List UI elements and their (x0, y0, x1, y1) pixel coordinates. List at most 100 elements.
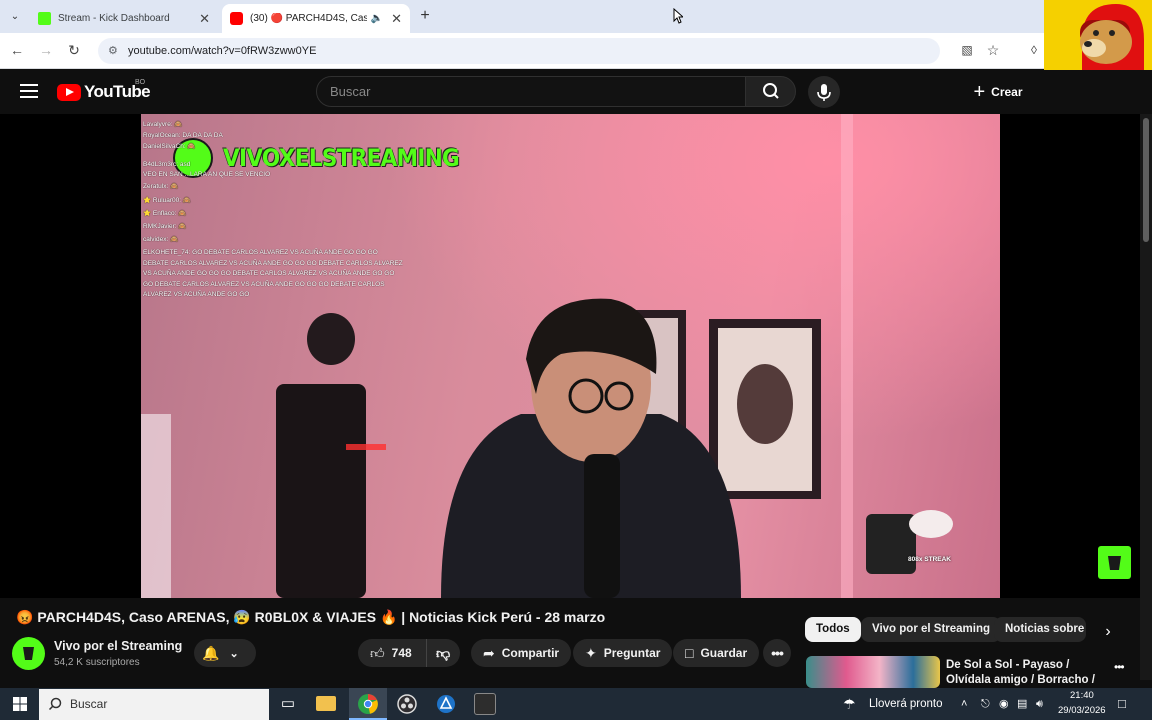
dislike-button[interactable]: 👎︎ (426, 639, 460, 667)
chat-line: VS ACUÑA ANDE GO GO GO DEBATE CARLOS ALV… (143, 270, 395, 277)
like-button[interactable]: 👍︎ 748 (358, 639, 426, 667)
tray-chevron-up-icon[interactable]: ˄ (961, 688, 967, 720)
channel-name[interactable]: Vivo por el Streaming (54, 639, 182, 653)
tab-kick-dashboard[interactable]: Stream - Kick Dashboard ✕ (30, 4, 218, 33)
volume-icon[interactable]: 🔊︎ (1036, 688, 1043, 720)
chat-line: ELKOHETE_74: GO DEBATE CARLOS ALVAREZ VS… (143, 249, 378, 256)
chat-line: Lavalyvre: 🙈 (143, 121, 183, 128)
tab-youtube-video[interactable]: (30) 🔴 PARCH4D4S, Caso 🔈 ✕ (222, 4, 410, 33)
bookmark-star-icon[interactable]: ☆ (982, 39, 1004, 61)
youtube-play-icon (57, 83, 81, 101)
plus-icon: + (973, 80, 986, 103)
back-button[interactable]: ← (6, 39, 28, 61)
search-button[interactable] (745, 76, 796, 107)
app-icon[interactable] (434, 692, 458, 716)
share-label: Compartir (501, 646, 560, 660)
mouse-cursor-icon (673, 8, 683, 24)
recommendation-more-icon[interactable]: ••• (1114, 660, 1125, 674)
close-tab-icon[interactable]: ✕ (391, 11, 402, 27)
network-icon[interactable]: ▤ (1017, 688, 1027, 720)
subscriber-count: 54,2 K suscriptores (54, 657, 140, 668)
youtube-favicon-icon (230, 12, 243, 25)
chat-line: RMKJavier: 🙈 (143, 223, 187, 230)
youtube-header: YouTube BO Buscar + Crear (0, 70, 1152, 114)
chat-line: B4dL3m3rc: asd (143, 161, 191, 168)
close-tab-icon[interactable]: ✕ (199, 11, 210, 27)
sparkle-icon: ✦ (585, 644, 597, 661)
file-explorer-icon[interactable] (316, 696, 336, 711)
site-info-icon[interactable]: ⚙ (108, 45, 120, 57)
search-input[interactable]: Buscar (316, 76, 746, 107)
windows-start-icon[interactable] (8, 692, 32, 716)
chrome-icon (358, 694, 378, 714)
video-editor-icon[interactable] (474, 693, 496, 715)
cup-icon (1108, 556, 1121, 570)
url-text: youtube.com/watch?v=0fRW3zww0YE (128, 45, 317, 57)
more-actions-button[interactable]: ••• (763, 639, 791, 667)
ask-label: Preguntar (603, 646, 661, 660)
streak-label: 808x STREAK (908, 556, 951, 563)
youtube-logo[interactable]: YouTube BO (57, 79, 151, 102)
chat-line: VEO EN SAN ...LARA AN QUE SE VENCIO (143, 171, 271, 178)
chat-line: RoyalOcean: DA DA DA DA (143, 132, 223, 139)
channel-avatar[interactable] (12, 637, 45, 670)
chips-next-chevron-icon[interactable]: › (1096, 620, 1120, 644)
country-code: BO (135, 79, 146, 86)
bookmark-icon: □ (685, 645, 694, 661)
save-label: Guardar (700, 646, 748, 660)
save-button[interactable]: □ Guardar (673, 639, 760, 667)
taskbar-search-input[interactable]: Buscar (39, 689, 269, 720)
chat-line: ⭐ Ruluar00: 🙈 (143, 197, 191, 204)
tab-search-chevron-icon[interactable]: ⌄ (6, 8, 24, 26)
forward-button[interactable]: → (35, 39, 57, 61)
chat-overlay: Lavalyvre: 🙈 RoyalOcean: DA DA DA DA Dan… (141, 120, 421, 310)
scrollbar-thumb[interactable] (1143, 118, 1149, 242)
ask-button[interactable]: ✦ Preguntar (573, 639, 673, 667)
install-app-icon[interactable]: ▧ (956, 39, 978, 61)
weather-icon[interactable]: ☂ (843, 688, 856, 720)
taskbar-search-icon (48, 697, 62, 711)
windows-taskbar: Buscar ▭ ☂ Lloverá pronto ˄ ⎋ ◉ ▤ 🔊︎ 21:… (0, 688, 1152, 720)
tray-app-icon[interactable]: ⎋ (981, 688, 990, 720)
chip-noticias[interactable]: Noticias sobre p (994, 617, 1086, 642)
tab-title: (30) 🔴 PARCH4D4S, Caso (250, 13, 367, 24)
create-button[interactable]: + Crear (962, 76, 1034, 108)
thumbs-down-icon: 👎︎ (436, 644, 451, 661)
channel-cup-icon (23, 647, 34, 660)
share-button[interactable]: ➦ Compartir (471, 639, 572, 667)
weather-text[interactable]: Lloverá pronto (869, 688, 943, 720)
hamburger-menu-icon[interactable] (20, 84, 38, 98)
reload-button[interactable]: ↻ (63, 39, 85, 61)
notifications-icon[interactable]: □ (1118, 688, 1126, 720)
clock-time[interactable]: 21:40 (1070, 690, 1094, 701)
new-tab-button[interactable]: + (416, 6, 434, 26)
location-icon: ◉ (999, 698, 1009, 710)
recommendation-thumbnail[interactable] (806, 656, 940, 688)
create-label: Crear (991, 85, 1023, 99)
chevron-down-icon: ⌄ (229, 647, 239, 660)
browser-tab-bar: ⌄ Stream - Kick Dashboard ✕ (30) 🔴 PARCH… (0, 0, 1152, 33)
voice-search-button[interactable] (808, 76, 840, 108)
obs-icon[interactable] (395, 692, 419, 716)
browser-toolbar: ← → ↻ ⚙ youtube.com/watch?v=0fRW3zww0YE … (0, 33, 1152, 69)
chip-todos[interactable]: Todos (805, 617, 861, 642)
video-player[interactable]: VIVOXELSTREAMING Lavalyvre: 🙈 RoyalOcean… (141, 114, 1000, 598)
extensions-icon[interactable]: ◊ (1023, 39, 1045, 61)
tab-title: Stream - Kick Dashboard (58, 13, 170, 24)
more-horizontal-icon: ••• (771, 645, 784, 661)
search-icon (763, 83, 779, 99)
chat-line: DanielSilvaCh: 🙈 (143, 143, 196, 150)
channel-watermark-icon[interactable] (1098, 546, 1131, 579)
chat-line: calvidex: 🙈 (143, 236, 179, 243)
speaker-icon[interactable]: 🔈 (371, 13, 383, 24)
notifications-button[interactable]: 🔔 ⌄ (194, 639, 256, 667)
clock-date[interactable]: 29/03/2026 (1058, 705, 1106, 716)
video-title: 😡 PARCH4D4S, Caso ARENAS, 😰 R0BL0X & VIA… (16, 609, 606, 625)
chat-line: DEBATE CARLOS ALVAREZ VS ACUÑA ANDE GO G… (143, 260, 403, 267)
chip-vivo-por-el-streaming[interactable]: Vivo por el Streaming (861, 617, 1002, 642)
address-bar[interactable]: ⚙ youtube.com/watch?v=0fRW3zww0YE (98, 38, 940, 64)
chat-line: Zeratulx: 🙈 (143, 183, 179, 190)
bell-icon: 🔔 (202, 644, 220, 661)
task-view-icon[interactable]: ▭ (276, 692, 300, 716)
share-icon: ➦ (483, 644, 495, 661)
